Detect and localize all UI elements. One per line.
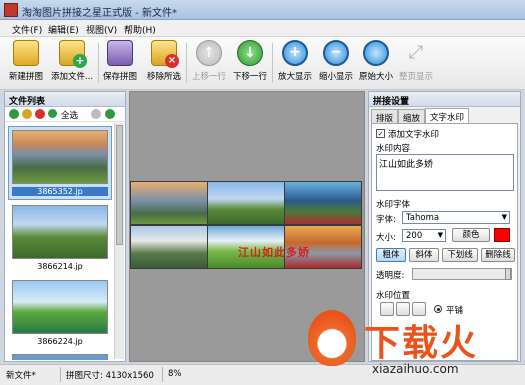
brand-url: xiazaihuo.com <box>372 362 459 376</box>
fit-page-button[interactable]: ⤢ 整页显示 <box>397 40 435 88</box>
add-watermark-checkbox[interactable]: ✓ <box>376 129 385 138</box>
move-up-small-icon[interactable] <box>91 109 101 119</box>
watermark-font-section: 水印字体 <box>376 200 411 210</box>
move-down-button[interactable]: ↓ 下移一行 <box>231 40 269 88</box>
file-list-scrollbar[interactable] <box>114 123 124 359</box>
list-item-thumbnail[interactable] <box>12 130 108 184</box>
save-icon <box>107 40 133 66</box>
status-divider <box>162 367 163 382</box>
tab-text-watermark[interactable]: 文字水印 <box>425 108 470 124</box>
zoom-out-icon: − <box>323 40 349 66</box>
zoom-in-button[interactable]: + 放大显示 <box>276 40 314 88</box>
opacity-slider[interactable] <box>412 268 512 280</box>
select-all-icon[interactable] <box>48 109 57 118</box>
settings-title: 拼接设置 <box>369 92 520 107</box>
size-label: 大小: <box>376 233 396 243</box>
new-puzzle-button[interactable]: 新建拼图 <box>6 40 46 88</box>
list-item-name[interactable]: 3865352.jp <box>12 187 108 196</box>
menu-edit[interactable]: 编辑(E) <box>48 23 79 36</box>
size-select[interactable]: 200 ▼ <box>402 229 446 242</box>
file-list-toolbar: 全选 <box>5 107 125 122</box>
watermark-content-input[interactable]: 江山如此多娇 <box>376 154 514 191</box>
tab-layout[interactable]: 排版 <box>371 109 399 124</box>
remove-file-icon[interactable] <box>35 109 45 119</box>
font-label: 字体: <box>376 215 396 225</box>
zoom-in-icon: + <box>282 40 308 66</box>
add-watermark-label: 添加文字水印 <box>388 130 440 140</box>
zoom-out-button[interactable]: − 缩小显示 <box>317 40 355 88</box>
original-size-icon <box>363 40 389 66</box>
add-file-icon: + <box>59 40 87 68</box>
status-file: 新文件* <box>6 371 36 381</box>
collage-tile <box>131 226 207 268</box>
menu-bar: 文件(F) 编辑(E) 视图(V) 帮助(H) <box>0 20 525 37</box>
font-select[interactable]: Tahoma ▼ <box>402 211 510 224</box>
menu-file[interactable]: 文件(F) <box>12 23 42 36</box>
scrollbar-thumb[interactable] <box>116 125 123 245</box>
size-select-value: 200 <box>406 231 423 241</box>
watermark-text: 江山如此多娇 <box>238 246 310 259</box>
list-item-thumbnail[interactable] <box>12 280 108 334</box>
color-swatch[interactable] <box>494 228 510 242</box>
add-file-button[interactable]: + 添加文件... <box>50 40 94 88</box>
toolbar-separator <box>272 43 273 83</box>
brand-name: 下载火 <box>364 323 479 364</box>
window-title: 淘淘图片拼接之星正式版 - 新文件* <box>22 8 177 19</box>
collage-preview: 江山如此多娇 <box>130 181 362 269</box>
collage-tile <box>285 182 361 224</box>
new-puzzle-icon <box>13 40 39 66</box>
file-list-panel: 文件列表 全选 3865352.jp 3866214.jp 3866224.jp <box>4 91 126 362</box>
add-icon[interactable] <box>9 109 19 119</box>
status-size: 拼图尺寸: 4130x1560 <box>66 371 154 381</box>
select-all-label[interactable]: 全选 <box>61 109 78 121</box>
color-button[interactable]: 颜色 <box>452 228 490 242</box>
underline-button[interactable]: 下划线 <box>442 248 478 262</box>
save-puzzle-button[interactable]: 保存拼图 <box>102 40 138 88</box>
app-icon <box>4 3 18 17</box>
original-size-button[interactable]: 原始大小 <box>357 40 395 88</box>
toolbar: 新建拼图 + 添加文件... 保存拼图 × 移除所选 ↑ 上移一行 ↓ 下移一行… <box>0 37 525 90</box>
move-down-small-icon[interactable] <box>105 109 115 119</box>
status-divider <box>60 367 61 382</box>
italic-button[interactable]: 斜体 <box>409 248 439 262</box>
bold-button[interactable]: 粗体 <box>376 248 406 262</box>
menu-view[interactable]: 视图(V) <box>86 23 117 36</box>
status-zoom: 8% <box>168 369 182 379</box>
folder-add-icon[interactable] <box>22 109 32 119</box>
tab-zoom[interactable]: 缩放 <box>398 109 426 124</box>
strikethrough-button[interactable]: 删除线 <box>481 248 515 262</box>
opacity-label: 透明度: <box>376 271 405 281</box>
collage-tile <box>131 182 207 224</box>
settings-tabs: 排版 缩放 文字水印 <box>369 108 520 124</box>
move-up-icon: ↑ <box>196 40 222 66</box>
title-bar: 淘淘图片拼接之星正式版 - 新文件* <box>0 0 525 20</box>
slider-thumb[interactable] <box>505 268 511 280</box>
menu-help[interactable]: 帮助(H) <box>124 23 156 36</box>
watermark-position-label: 水印位置 <box>376 291 411 301</box>
remove-icon: × <box>151 40 179 68</box>
font-select-value: Tahoma <box>406 213 440 223</box>
list-item-name[interactable]: 3866224.jp <box>12 337 108 346</box>
watermark-content-label: 水印内容 <box>376 144 411 154</box>
toolbar-separator <box>98 43 99 83</box>
toolbar-separator <box>186 43 187 83</box>
chevron-down-icon: ▼ <box>437 231 443 239</box>
file-list-title: 文件列表 <box>5 92 125 107</box>
remove-selected-button[interactable]: × 移除所选 <box>145 40 183 88</box>
flame-logo-icon <box>308 310 356 366</box>
collage-tile <box>208 182 284 224</box>
move-up-button[interactable]: ↑ 上移一行 <box>190 40 228 88</box>
list-item-name[interactable]: 3866214.jp <box>12 262 108 271</box>
chevron-down-icon: ▼ <box>501 213 507 221</box>
brand-logo: 下载火 xiazaihuo.com <box>300 308 520 378</box>
fit-page-icon: ⤢ <box>408 42 424 63</box>
move-down-icon: ↓ <box>237 40 263 66</box>
list-item-thumbnail[interactable] <box>12 205 108 259</box>
list-item-thumbnail[interactable] <box>12 354 108 360</box>
